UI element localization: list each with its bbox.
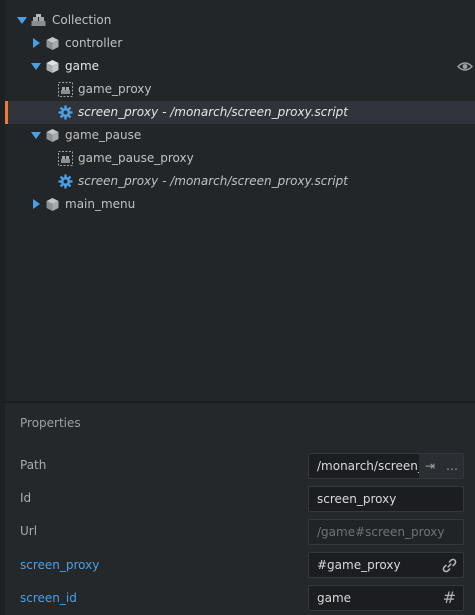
editor-panel: Collection controller game game_proxy sc…: [0, 0, 475, 615]
id-value: screen_proxy: [317, 492, 397, 506]
tree-item-main-menu[interactable]: main_menu: [5, 193, 475, 216]
path-value: /monarch/screen_proxy.script: [317, 459, 421, 473]
screen-proxy-label[interactable]: screen_proxy: [20, 558, 99, 572]
screen-proxy-value: #game_proxy: [317, 558, 401, 572]
collection-proxy-icon: [58, 82, 73, 97]
properties-panel: Properties Path /monarch/screen_proxy.sc…: [5, 403, 475, 615]
tree-item-label: screen_proxy - /monarch/screen_proxy.scr…: [78, 174, 348, 188]
tree-item-collection[interactable]: Collection: [5, 9, 475, 32]
properties-title: Properties: [20, 416, 81, 430]
tree-item-label: main_menu: [65, 197, 136, 211]
tree-item-label: game_pause_proxy: [78, 151, 194, 165]
browse-button[interactable]: …: [441, 454, 463, 478]
tree-item-controller[interactable]: controller: [5, 32, 475, 55]
outline-tree: Collection controller game game_proxy sc…: [5, 9, 475, 216]
game-object-icon: [45, 128, 60, 143]
url-value: /game#screen_proxy: [317, 525, 445, 539]
tree-item-screen-proxy-script[interactable]: screen_proxy - /monarch/screen_proxy.scr…: [5, 101, 475, 124]
game-object-icon: [45, 59, 60, 74]
url-label: Url: [20, 524, 38, 538]
collection-icon: [31, 13, 46, 28]
screen-id-label[interactable]: screen_id: [20, 591, 77, 605]
script-gear-icon: [58, 105, 73, 120]
eye-icon[interactable]: [457, 59, 473, 74]
goto-resource-button[interactable]: ⇥: [419, 454, 441, 478]
tree-item-label: controller: [65, 36, 123, 50]
tree-item-label: screen_proxy - /monarch/screen_proxy.scr…: [78, 105, 348, 119]
script-gear-icon: [58, 174, 73, 189]
expand-arrow-icon[interactable]: [17, 9, 27, 32]
tree-item-game-proxy[interactable]: game_proxy: [5, 78, 475, 101]
screen-id-field[interactable]: game #: [308, 585, 464, 611]
tree-item-game-pause[interactable]: game_pause: [5, 124, 475, 147]
expand-arrow-icon[interactable]: [31, 55, 41, 78]
tree-item-label: Collection: [52, 13, 112, 27]
game-object-icon: [45, 197, 60, 212]
screen-id-value: game: [317, 591, 352, 605]
tree-item-label: game_proxy: [78, 82, 152, 96]
link-icon[interactable]: [442, 557, 457, 573]
url-field: /game#screen_proxy: [308, 519, 464, 545]
expand-arrow-icon[interactable]: [31, 193, 41, 216]
tree-item-game[interactable]: game: [5, 55, 475, 78]
tree-item-label: game: [65, 59, 100, 73]
hash-icon[interactable]: #: [442, 586, 457, 607]
screen-proxy-field[interactable]: #game_proxy: [308, 552, 464, 578]
tree-item-screen-proxy-script[interactable]: screen_proxy - /monarch/screen_proxy.scr…: [5, 170, 475, 193]
expand-arrow-icon[interactable]: [31, 124, 41, 147]
selection-indicator: [5, 101, 8, 124]
path-label: Path: [20, 458, 47, 472]
expand-arrow-icon[interactable]: [31, 32, 41, 55]
id-label: Id: [20, 491, 32, 505]
tree-item-label: game_pause: [65, 128, 142, 142]
collection-proxy-icon: [58, 151, 73, 166]
game-object-icon: [45, 36, 60, 51]
id-field[interactable]: screen_proxy: [308, 486, 464, 512]
path-field[interactable]: /monarch/screen_proxy.script ⇥ …: [308, 453, 464, 479]
tree-item-game-pause-proxy[interactable]: game_pause_proxy: [5, 147, 475, 170]
